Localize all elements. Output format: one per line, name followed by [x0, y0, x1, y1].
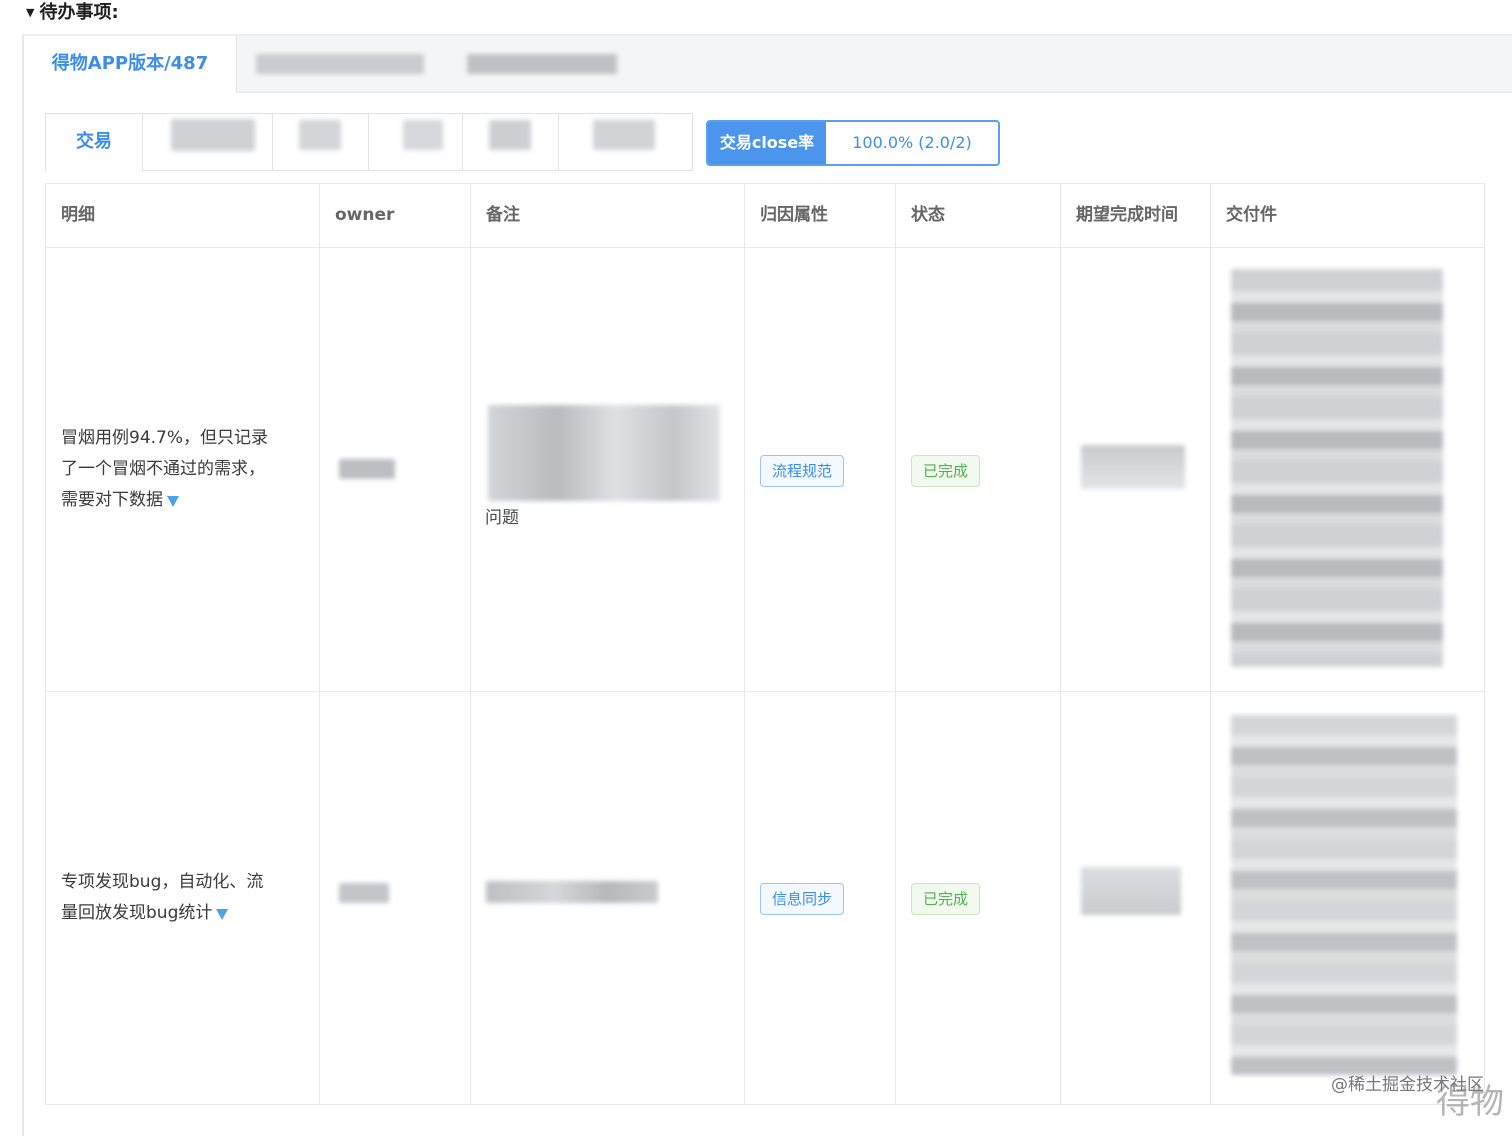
- subtab-redacted-2[interactable]: [272, 114, 369, 170]
- col-divider: [895, 183, 896, 1105]
- detail-line: 专项发现bug，自动化、流: [61, 872, 264, 892]
- header-deliverable: 交付件: [1226, 205, 1277, 225]
- header-status: 状态: [911, 205, 945, 225]
- detail-line-text: 需要对下数据: [61, 490, 163, 510]
- owner-redacted: [339, 459, 395, 479]
- todo-table: 明细 owner 备注 归因属性 状态 期望完成时间 交付件 冒烟用例94.7%…: [45, 183, 1485, 1105]
- header-expected-time: 期望完成时间: [1076, 205, 1178, 225]
- col-divider: [470, 183, 471, 1105]
- expand-arrow-icon[interactable]: [216, 909, 229, 920]
- note-redacted: [486, 881, 658, 903]
- header-note: 备注: [486, 205, 520, 225]
- subtab-redacted-4[interactable]: [462, 114, 559, 170]
- subtab-redacted-1[interactable]: [142, 114, 273, 170]
- detail-line: 量回放发现bug统计: [61, 898, 311, 929]
- caret-down-icon[interactable]: ▼: [26, 6, 34, 19]
- subtab-redacted-5[interactable]: [558, 114, 693, 170]
- team-subtabs: 交易: [45, 113, 693, 172]
- attribution-tag: 流程规范: [760, 455, 845, 487]
- header-attribution: 归因属性: [760, 205, 828, 225]
- detail-line-text: 量回放发现bug统计: [61, 903, 213, 923]
- row-divider: [45, 691, 1485, 692]
- expand-arrow-icon[interactable]: [167, 496, 179, 507]
- expected-time-redacted: [1081, 867, 1181, 915]
- col-divider: [45, 183, 46, 1105]
- subtab-redacted-3[interactable]: [368, 114, 463, 170]
- owner-redacted: [339, 883, 389, 903]
- tab-redacted-2[interactable]: [467, 54, 617, 74]
- status-badge: 已完成: [911, 455, 981, 487]
- header-owner: owner: [335, 205, 395, 225]
- col-divider: [1060, 183, 1061, 1105]
- redacted-block: [593, 120, 655, 150]
- close-rate-value: 100.0% (2.0/2): [852, 133, 972, 152]
- col-divider: [1484, 183, 1485, 1105]
- deliverable-redacted: [1231, 269, 1443, 667]
- redacted-block: [299, 120, 341, 150]
- detail-line: 需要对下数据: [61, 485, 311, 516]
- note-tail: 问题: [485, 508, 519, 528]
- subtab-trade[interactable]: 交易: [46, 114, 142, 172]
- table-border-bottom: [45, 1104, 1485, 1105]
- expected-time-redacted: [1081, 445, 1185, 489]
- close-rate-label: 交易close率: [708, 122, 826, 164]
- note-redacted: [488, 405, 720, 501]
- tab-redacted-1[interactable]: [256, 54, 424, 74]
- detail-line: 冒烟用例94.7%，但只记录: [61, 428, 269, 448]
- header-divider: [45, 247, 1485, 248]
- brand-watermark: 得物: [1436, 1082, 1504, 1122]
- deliverable-redacted: [1231, 715, 1457, 1075]
- redacted-block: [489, 120, 531, 150]
- detail-line: 了一个冒烟不通过的需求，: [61, 459, 265, 479]
- row1-detail: 冒烟用例94.7%，但只记录 了一个冒烟不通过的需求， 需要对下数据: [61, 423, 311, 516]
- status-badge: 已完成: [911, 883, 981, 915]
- col-divider: [319, 183, 320, 1105]
- header-detail: 明细: [61, 205, 95, 225]
- section-title-label: 待办事项:: [39, 2, 119, 23]
- redacted-block: [171, 119, 255, 151]
- tab-app-version[interactable]: 得物APP版本/487: [24, 36, 237, 93]
- version-tabbar: 得物APP版本/487: [24, 36, 1512, 93]
- redacted-block: [403, 120, 443, 150]
- todo-section-title[interactable]: ▼ 待办事项:: [26, 0, 119, 26]
- row2-detail: 专项发现bug，自动化、流 量回放发现bug统计: [61, 867, 311, 929]
- col-divider: [744, 183, 745, 1105]
- attribution-tag: 信息同步: [760, 883, 845, 915]
- close-rate-indicator: 交易close率 100.0% (2.0/2): [706, 120, 1000, 166]
- col-divider: [1210, 183, 1211, 1105]
